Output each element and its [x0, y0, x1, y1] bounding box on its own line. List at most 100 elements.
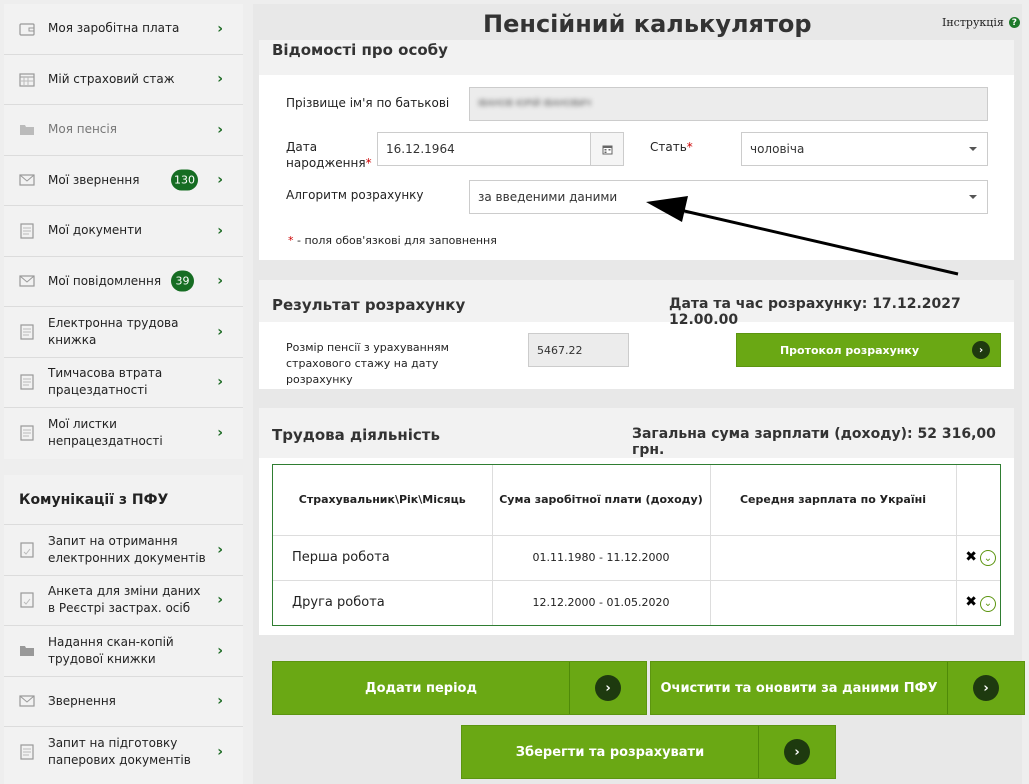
algo-label: Алгоритм розрахунку	[286, 188, 424, 202]
sidebar-item-temporary-disability[interactable]: Тимчасова втрата працездатності ›	[4, 357, 243, 408]
sidebar-communications: Комунікації з ПФУ Запит на отримання еле…	[4, 475, 243, 784]
document-icon	[18, 591, 36, 609]
chevron-right-icon: ›	[217, 71, 223, 88]
delete-icon[interactable]: ✖	[965, 549, 977, 565]
envelope-icon	[18, 692, 36, 710]
calendar-icon[interactable]	[590, 133, 623, 165]
result-section-title: Результат розрахунку	[272, 296, 466, 314]
chevron-right-icon: ›	[217, 693, 223, 710]
sidebar-item-sick-leaves[interactable]: Мої листки непрацездатності ›	[4, 408, 243, 459]
employer-cell: Перша робота	[273, 535, 493, 581]
arrow-right-icon: ›	[972, 341, 990, 359]
expand-icon[interactable]: ⌄	[980, 550, 996, 567]
count-badge: 39	[171, 270, 194, 292]
employer-cell: Друга робота	[273, 580, 493, 625]
chevron-right-icon: ›	[217, 592, 223, 609]
sex-value: чоловіча	[750, 142, 805, 156]
sidebar-item-request-e-docs[interactable]: Запит на отримання електронних документі…	[4, 525, 243, 576]
sex-label: Стать*	[650, 140, 693, 154]
pension-value: 5467.22	[537, 343, 583, 357]
name-value: ІВАНОВ ЮРІЙ ІВАНОВИЧ	[478, 99, 592, 109]
protocol-button[interactable]: Протокол розрахунку ›	[736, 333, 1001, 367]
chevron-right-icon: ›	[217, 425, 223, 442]
sidebar-nav: Моя заробітна плата › Мій страховий стаж…	[4, 4, 243, 459]
chevron-right-icon: ›	[217, 744, 223, 761]
sidebar-item-messages[interactable]: Мої повідомлення 39 ›	[4, 256, 243, 307]
sidebar-item-label: Мої листки непрацездатності	[48, 417, 163, 449]
sidebar-item-documents[interactable]: Мої документи ›	[4, 206, 243, 257]
sidebar-item-appeals[interactable]: Мої звернення 130 ›	[4, 155, 243, 206]
sidebar-item-appeal[interactable]: Звернення ›	[4, 676, 243, 727]
person-section-title: Відомості про особу	[272, 41, 448, 59]
arrow-right-icon: ›	[784, 739, 810, 765]
table-row[interactable]: Перша робота 01.11.1980 - 11.12.2000 ✖ ⌄	[273, 535, 1000, 581]
folder-icon	[18, 121, 36, 139]
work-total: Загальна сума зарплати (доходу): 52 316,…	[632, 426, 996, 458]
sidebar-item-label: Анкета для зміни даних в Реєстрі застрах…	[48, 584, 201, 616]
dob-label: Дата народження*	[286, 140, 372, 170]
save-calculate-button[interactable]: Зберегти та розрахувати ›	[461, 725, 836, 779]
chevron-right-icon: ›	[217, 374, 223, 391]
expand-icon[interactable]: ⌄	[980, 595, 996, 612]
sidebar-item-label: Запит на підготовку паперових документів	[48, 736, 191, 768]
chevron-right-icon: ›	[217, 20, 223, 37]
sidebar-item-label: Електронна трудова книжка	[48, 315, 179, 347]
folder-icon	[18, 642, 36, 660]
work-section-title: Трудова діяльність	[272, 426, 440, 444]
document-icon	[18, 373, 36, 391]
chevron-right-icon: ›	[217, 323, 223, 340]
wallet-icon	[18, 20, 36, 38]
column-header: Середня зарплата по Україні	[710, 465, 957, 536]
add-period-label: Додати період	[365, 680, 477, 696]
add-period-button[interactable]: Додати період ›	[272, 661, 647, 715]
delete-icon[interactable]: ✖	[965, 594, 977, 610]
pension-value-field: 5467.22	[528, 333, 629, 367]
sidebar-item-pension[interactable]: Моя пенсія ›	[4, 105, 243, 156]
clear-update-label: Очистити та оновити за даними ПФУ	[660, 680, 938, 696]
section-title: Комунікації з ПФУ	[4, 475, 243, 525]
calendar-icon	[18, 70, 36, 88]
avg-salary-cell	[710, 580, 957, 625]
help-label: Інструкція	[942, 16, 1004, 29]
arrow-right-icon: ›	[973, 675, 999, 701]
document-icon	[18, 222, 36, 240]
count-badge: 130	[171, 169, 198, 191]
calc-datetime: Дата та час розрахунку: 17.12.2027 12.00…	[669, 296, 961, 328]
sidebar-item-label: Моя пенсія	[48, 122, 117, 137]
name-field[interactable]: ІВАНОВ ЮРІЙ ІВАНОВИЧ	[469, 87, 988, 121]
clear-update-button[interactable]: Очистити та оновити за даними ПФУ ›	[650, 661, 1025, 715]
sidebar-item-workbook-scans[interactable]: Надання скан-копій трудової книжки ›	[4, 626, 243, 677]
sidebar-item-insurance-stazh[interactable]: Мій страховий стаж ›	[4, 54, 243, 105]
chevron-right-icon: ›	[217, 642, 223, 659]
dob-field[interactable]: 16.12.1964	[377, 132, 624, 166]
table-row[interactable]: Друга робота 12.12.2000 - 01.05.2020 ✖ ⌄	[273, 580, 1000, 625]
caret-down-icon	[969, 195, 977, 199]
sidebar-item-salary[interactable]: Моя заробітна плата ›	[4, 4, 243, 55]
column-header: Страхувальник\Рік\Місяць	[273, 465, 493, 536]
algo-value: за введеними даними	[478, 190, 618, 204]
sidebar-item-label: Мій страховий стаж	[48, 71, 175, 86]
arrow-right-icon: ›	[595, 675, 621, 701]
dob-value: 16.12.1964	[386, 142, 455, 156]
chevron-right-icon: ›	[217, 172, 223, 189]
document-icon	[18, 743, 36, 761]
sidebar-item-label: Мої документи	[48, 223, 142, 238]
sidebar-item-e-workbook[interactable]: Електронна трудова книжка ›	[4, 307, 243, 358]
save-calculate-label: Зберегти та розрахувати	[515, 744, 705, 760]
help-link[interactable]: Інструкція ?	[942, 16, 1020, 29]
sidebar-item-registry-form[interactable]: Анкета для зміни даних в Реєстрі застрах…	[4, 575, 243, 626]
sex-select[interactable]: чоловіча	[741, 132, 988, 166]
document-icon	[18, 323, 36, 341]
pension-label: Розмір пенсії з урахуванням страхового с…	[286, 341, 449, 386]
avg-salary-cell	[710, 535, 957, 581]
envelope-icon	[18, 272, 36, 290]
document-icon	[18, 541, 36, 559]
caret-down-icon	[969, 147, 977, 151]
sidebar-item-label: Тимчасова втрата працездатності	[48, 366, 163, 398]
name-label: Прізвище ім'я по батькові	[286, 96, 450, 110]
protocol-button-label: Протокол розрахунку	[779, 343, 920, 357]
sidebar-item-label: Звернення	[48, 693, 116, 708]
question-icon: ?	[1008, 17, 1020, 28]
sidebar-item-paper-docs[interactable]: Запит на підготовку паперових документів…	[4, 727, 243, 778]
work-table: Страхувальник\Рік\Місяць Сума заробітної…	[272, 464, 1001, 626]
